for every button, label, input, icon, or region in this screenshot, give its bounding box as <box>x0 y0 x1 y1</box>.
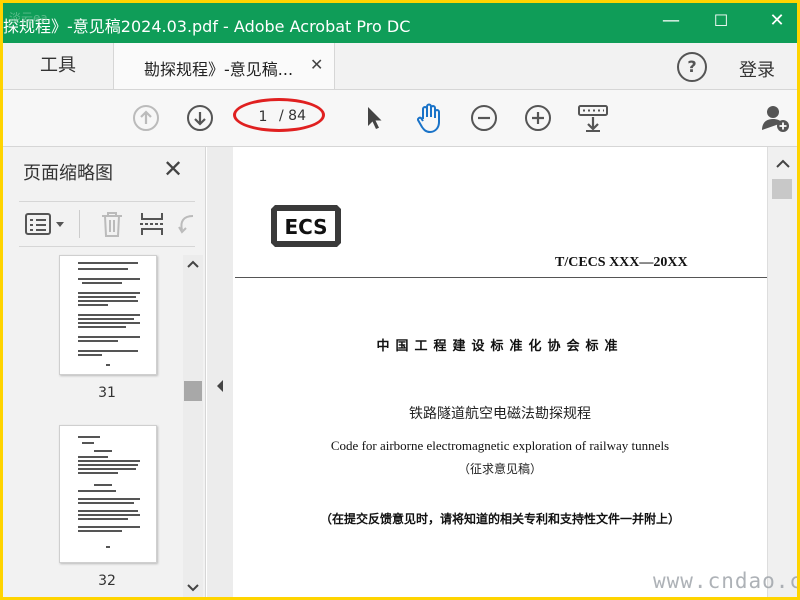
share-user-button[interactable] <box>759 90 793 146</box>
thumbnail-page-32[interactable] <box>59 425 157 563</box>
keyboard-scroll-icon <box>578 105 608 132</box>
tab-document[interactable]: 勘探规程》-意见稿... ✕ <box>113 43 335 89</box>
arrow-down-circle-icon <box>187 105 213 131</box>
tab-bar: 工具 勘探规程》-意见稿... ✕ ? 登录 <box>3 43 797 90</box>
panel-title: 页面缩略图 <box>23 163 113 184</box>
thumbnail-scrollbar[interactable] <box>183 255 203 597</box>
hand-tool-button[interactable] <box>411 90 447 146</box>
next-page-button[interactable] <box>183 90 217 146</box>
document-title-en: Code for airborne electromagnetic explor… <box>330 438 670 453</box>
document-title-cn: 铁路隧道航空电磁法勘探规程 <box>409 406 591 422</box>
tab-close-icon[interactable]: ✕ <box>310 55 323 74</box>
scroll-mode-button[interactable] <box>575 90 611 146</box>
add-user-icon <box>762 106 789 132</box>
page-indicator-highlight <box>233 98 325 132</box>
arrow-up-circle-icon <box>133 105 159 131</box>
thumbnail-text-preview <box>78 262 140 366</box>
logo-text: ECS <box>284 215 327 239</box>
login-button[interactable]: 登录 <box>739 56 775 82</box>
corner-watermark: 淡云ea <box>9 11 48 25</box>
thumbnail-label-31: 31 <box>98 385 116 401</box>
app-window: 探规程》-意见稿2024.03.pdf - Adobe Acrobat Pro … <box>0 0 800 600</box>
zoom-in-button[interactable] <box>521 90 555 146</box>
minimize-button[interactable]: — <box>659 9 683 33</box>
thumbnail-options-icon[interactable] <box>25 212 67 238</box>
thumbnail-label-32: 32 <box>98 573 116 589</box>
ecs-logo: ECS <box>271 205 341 247</box>
plus-circle-icon <box>525 105 551 131</box>
document-page: ECS T/CECS XXX—20XX 中国工程建设标准化协会标准 铁路隧道航空… <box>233 147 767 597</box>
insert-page-icon[interactable] <box>139 210 165 238</box>
cursor-arrow-icon <box>368 107 382 129</box>
association-title: 中国工程建设标准化协会标准 <box>376 339 624 354</box>
thumbnail-text-preview <box>78 436 140 548</box>
title-bar: 探规程》-意见稿2024.03.pdf - Adobe Acrobat Pro … <box>3 3 797 43</box>
close-window-button[interactable]: ✕ <box>765 9 789 33</box>
tab-document-label: 勘探规程》-意见稿... <box>144 60 294 79</box>
zoom-out-button[interactable] <box>467 90 501 146</box>
hand-icon <box>417 103 440 133</box>
scrollbar-thumb[interactable] <box>772 179 792 199</box>
toolbar <box>3 90 797 147</box>
draft-label: （征求意见稿） <box>457 462 542 476</box>
chevron-down-icon[interactable] <box>187 583 199 593</box>
panel-close-icon[interactable]: ✕ <box>163 155 183 183</box>
chevron-up-icon[interactable] <box>187 259 199 269</box>
thumbnail-page-31[interactable] <box>59 255 157 375</box>
thumbnail-list: 31 32 <box>3 251 183 597</box>
document-scrollbar[interactable] <box>767 147 797 597</box>
chevron-up-icon[interactable] <box>776 159 790 169</box>
select-tool-button[interactable] <box>359 90 389 146</box>
minus-circle-icon <box>471 105 497 131</box>
feedback-notice: （在提交反馈意见时，请将知道的相关专利和支持性文件一并附上） <box>319 512 680 526</box>
site-watermark: www.cndao.com <box>653 569 797 593</box>
toolbar-divider <box>79 210 80 238</box>
collapse-left-icon[interactable] <box>215 379 225 393</box>
window-title: 探规程》-意见稿2024.03.pdf - Adobe Acrobat Pro … <box>3 17 411 36</box>
rotate-icon[interactable] <box>177 210 195 238</box>
previous-page-button[interactable] <box>129 90 163 146</box>
help-icon[interactable]: ? <box>677 52 707 82</box>
maximize-button[interactable]: ☐ <box>709 9 733 33</box>
trash-icon[interactable] <box>99 210 125 238</box>
header-rule <box>235 277 767 278</box>
panel-toolbar <box>19 201 195 247</box>
page-thumbnails-panel: 页面缩略图 ✕ 31 32 <box>3 147 206 597</box>
scrollbar-thumb[interactable] <box>184 381 202 401</box>
panel-collapse-strip[interactable] <box>207 147 233 597</box>
standard-number: T/CECS XXX—20XX <box>555 255 688 270</box>
tab-tools[interactable]: 工具 <box>3 43 113 89</box>
